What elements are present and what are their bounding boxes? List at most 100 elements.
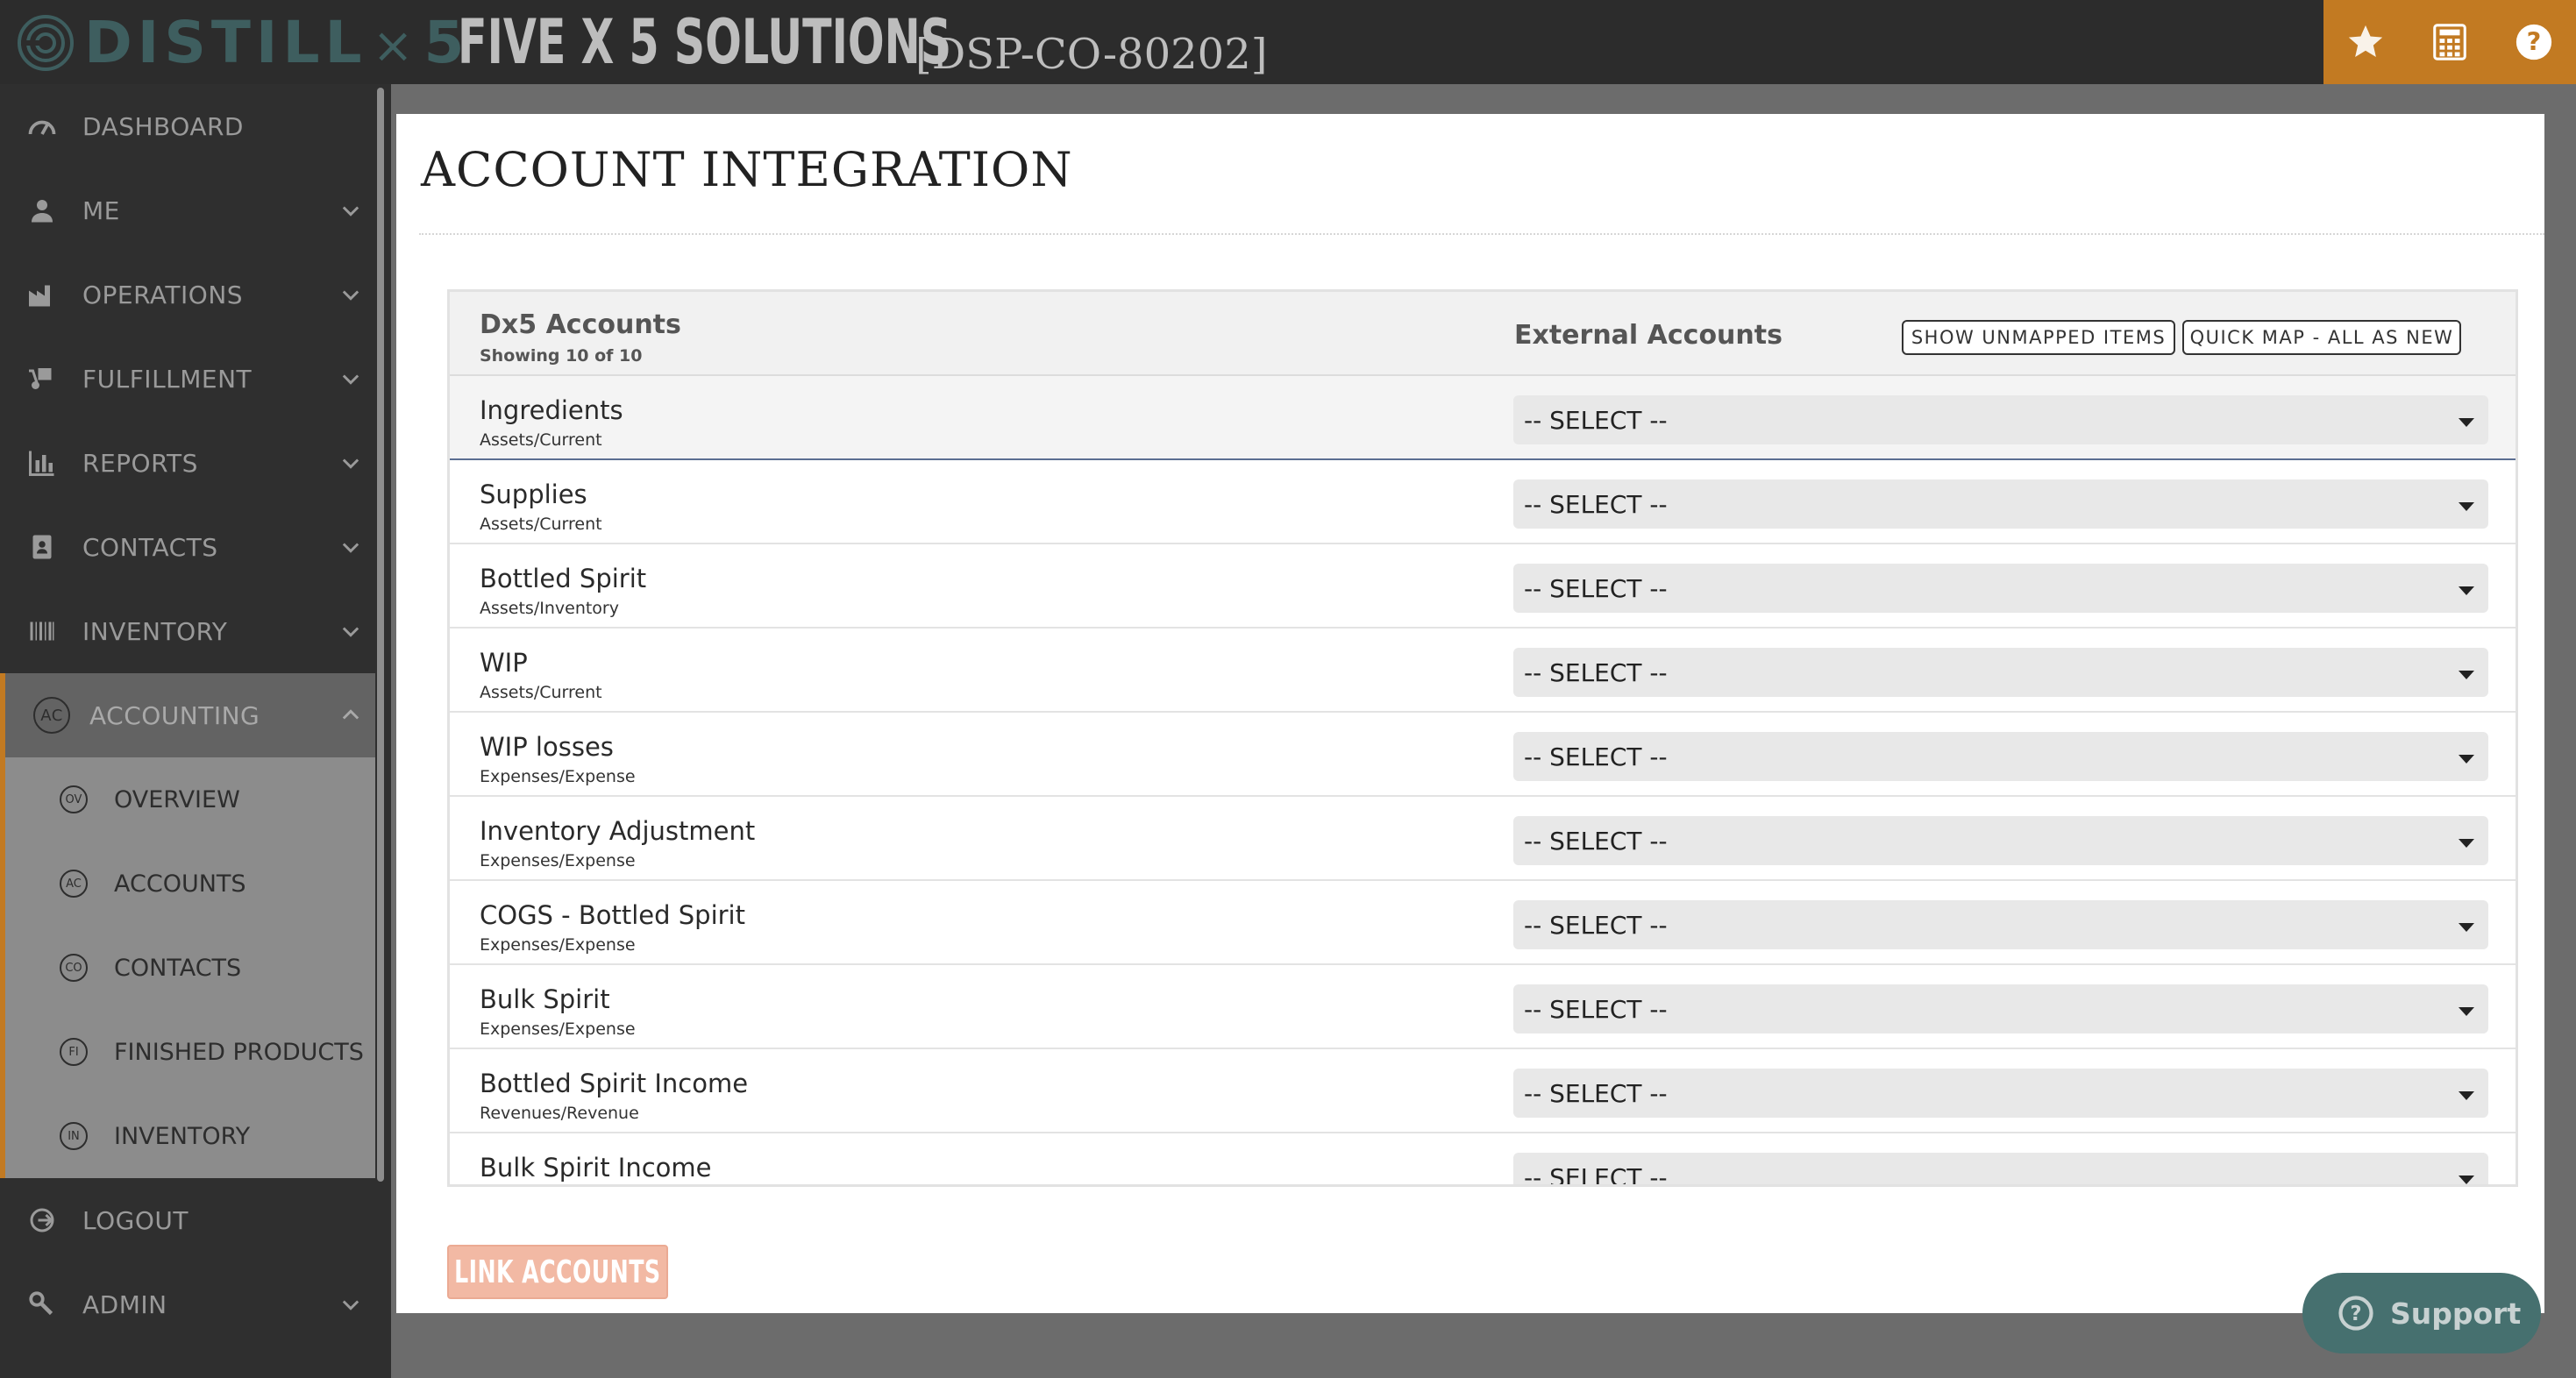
address-book-icon (25, 529, 60, 565)
page-title: ACCOUNT INTEGRATION (421, 142, 1073, 197)
sidebar-item-admin[interactable]: ADMIN (0, 1262, 375, 1346)
svg-text:?: ? (2350, 1303, 2361, 1325)
caret-down-icon (2459, 839, 2474, 848)
sidebar-item-me[interactable]: ME (0, 168, 375, 252)
sidebar-item-contacts[interactable]: CONTACTS (0, 505, 375, 589)
calculator-icon (2433, 24, 2466, 60)
table-row: WIP Assets/Current -- SELECT -- (450, 629, 2516, 713)
external-accounts-header: External Accounts (1514, 320, 1783, 351)
caret-down-icon (2459, 923, 2474, 932)
logout-icon (25, 1203, 60, 1238)
account-name: WIP (480, 648, 528, 678)
account-type: Assets/Current (480, 430, 602, 450)
account-type: Revenues/Revenue (480, 1104, 639, 1123)
sidebar-item-dashboard[interactable]: DASHBOARD (0, 84, 375, 168)
caret-down-icon (2459, 1007, 2474, 1016)
account-name: COGS - Bottled Spirit (480, 900, 745, 930)
calculator-button[interactable] (2408, 0, 2492, 84)
overview-badge: OV (60, 785, 88, 813)
table-row: Bulk Spirit Income -- SELECT -- (450, 1133, 2516, 1184)
top-bar: DISTILL ×5 FIVE X 5 SOLUTIONS [DSP-CO-802… (0, 0, 2576, 84)
chevron-down-icon (342, 458, 359, 469)
external-account-select[interactable]: -- SELECT -- (1513, 984, 2488, 1034)
caret-down-icon (2459, 502, 2474, 511)
table-row: Ingredients Assets/Current -- SELECT -- (450, 376, 2516, 460)
sidebar-subitem-accounts[interactable]: AC ACCOUNTS (0, 842, 375, 926)
external-account-select[interactable]: -- SELECT -- (1513, 648, 2488, 697)
chevron-down-icon (342, 206, 359, 217)
sidebar-item-operations[interactable]: OPERATIONS (0, 252, 375, 337)
table-row: Supplies Assets/Current -- SELECT -- (450, 460, 2516, 544)
dx5-accounts-header: Dx5 Accounts (480, 309, 681, 340)
account-type: Expenses/Expense (480, 767, 636, 786)
help-button[interactable]: ? (2492, 0, 2576, 84)
link-accounts-button[interactable]: LINK ACCOUNTS (447, 1245, 668, 1299)
account-type: Expenses/Expense (480, 1019, 636, 1039)
account-name: Ingredients (480, 395, 623, 425)
company-name: FIVE X 5 SOLUTIONS (458, 6, 952, 78)
chevron-down-icon (342, 627, 359, 637)
chevron-down-icon (342, 1300, 359, 1311)
quick-map-all-as-new-button[interactable]: QUICK MAP - ALL AS NEW (2182, 320, 2461, 355)
chevron-up-icon (342, 709, 359, 720)
barcode-icon (25, 614, 60, 649)
table-row: WIP losses Expenses/Expense -- SELECT -- (450, 713, 2516, 797)
external-account-select[interactable]: -- SELECT -- (1513, 479, 2488, 529)
accounts-badge: AC (60, 870, 88, 898)
sidebar-item-inventory[interactable]: INVENTORY (0, 589, 375, 673)
table-row: Bulk Spirit Expenses/Expense -- SELECT -… (450, 965, 2516, 1049)
user-icon (25, 193, 60, 228)
finished-products-badge: FI (60, 1038, 88, 1066)
brand-logo[interactable]: DISTILL ×5 (16, 12, 469, 74)
sidebar-subitem-contacts[interactable]: CO CONTACTS (0, 926, 375, 1010)
table-header: Dx5 Accounts Showing 10 of 10 External A… (450, 292, 2516, 376)
account-type: Assets/Current (480, 683, 602, 702)
show-unmapped-items-button[interactable]: SHOW UNMAPPED ITEMS (1902, 320, 2175, 355)
caret-down-icon (2459, 586, 2474, 595)
account-name: Bulk Spirit Income (480, 1153, 712, 1183)
support-button[interactable]: ? Support (2302, 1273, 2541, 1353)
sidebar-item-fulfillment[interactable]: FULFILLMENT (0, 337, 375, 421)
table-row: Bottled Spirit Income Revenues/Revenue -… (450, 1049, 2516, 1133)
caret-down-icon (2459, 418, 2474, 427)
external-account-select[interactable]: -- SELECT -- (1513, 1153, 2488, 1184)
external-account-select[interactable]: -- SELECT -- (1513, 732, 2488, 781)
account-type: Expenses/Expense (480, 851, 636, 870)
account-name: Bottled Spirit Income (480, 1069, 749, 1098)
wrench-icon (25, 1287, 60, 1322)
title-divider (419, 233, 2544, 235)
sidebar-subitem-finished-products[interactable]: FI FINISHED PRODUCTS (0, 1010, 375, 1094)
sidebar: DASHBOARD ME OPERATIONS FULFILLMENT REPO… (0, 84, 391, 1378)
help-icon: ? (2516, 24, 2552, 60)
account-type: Expenses/Expense (480, 935, 636, 955)
chevron-down-icon (342, 374, 359, 385)
help-circle-icon: ? (2338, 1296, 2373, 1331)
chevron-down-icon (342, 543, 359, 553)
table-row: COGS - Bottled Spirit Expenses/Expense -… (450, 881, 2516, 965)
sidebar-item-logout[interactable]: LOGOUT (0, 1178, 375, 1262)
external-account-select[interactable]: -- SELECT -- (1513, 1069, 2488, 1118)
caret-down-icon (2459, 1176, 2474, 1184)
caret-down-icon (2459, 755, 2474, 764)
caret-down-icon (2459, 671, 2474, 679)
sidebar-item-accounting[interactable]: AC ACCOUNTING (0, 673, 375, 757)
account-type: Assets/Inventory (480, 599, 619, 618)
sidebar-item-reports[interactable]: REPORTS (0, 421, 375, 505)
external-account-select[interactable]: -- SELECT -- (1513, 900, 2488, 949)
table-row: Inventory Adjustment Expenses/Expense --… (450, 797, 2516, 881)
account-name: Bulk Spirit (480, 984, 610, 1014)
external-account-select[interactable]: -- SELECT -- (1513, 816, 2488, 865)
favorites-button[interactable] (2323, 0, 2408, 84)
sidebar-subitem-overview[interactable]: OV OVERVIEW (0, 757, 375, 842)
factory-icon (25, 277, 60, 312)
inventory-badge: IN (60, 1122, 88, 1150)
account-name: Bottled Spirit (480, 564, 647, 593)
external-account-select[interactable]: -- SELECT -- (1513, 564, 2488, 613)
company-code: [DSP-CO-80202] (915, 30, 1268, 79)
sidebar-scrollbar-thumb[interactable] (377, 88, 384, 1182)
account-mapping-table: Dx5 Accounts Showing 10 of 10 External A… (447, 289, 2518, 1187)
showing-count: Showing 10 of 10 (480, 346, 643, 366)
external-account-select[interactable]: -- SELECT -- (1513, 395, 2488, 444)
sidebar-subitem-inventory[interactable]: IN INVENTORY (0, 1094, 375, 1178)
contacts-badge: CO (60, 954, 88, 982)
